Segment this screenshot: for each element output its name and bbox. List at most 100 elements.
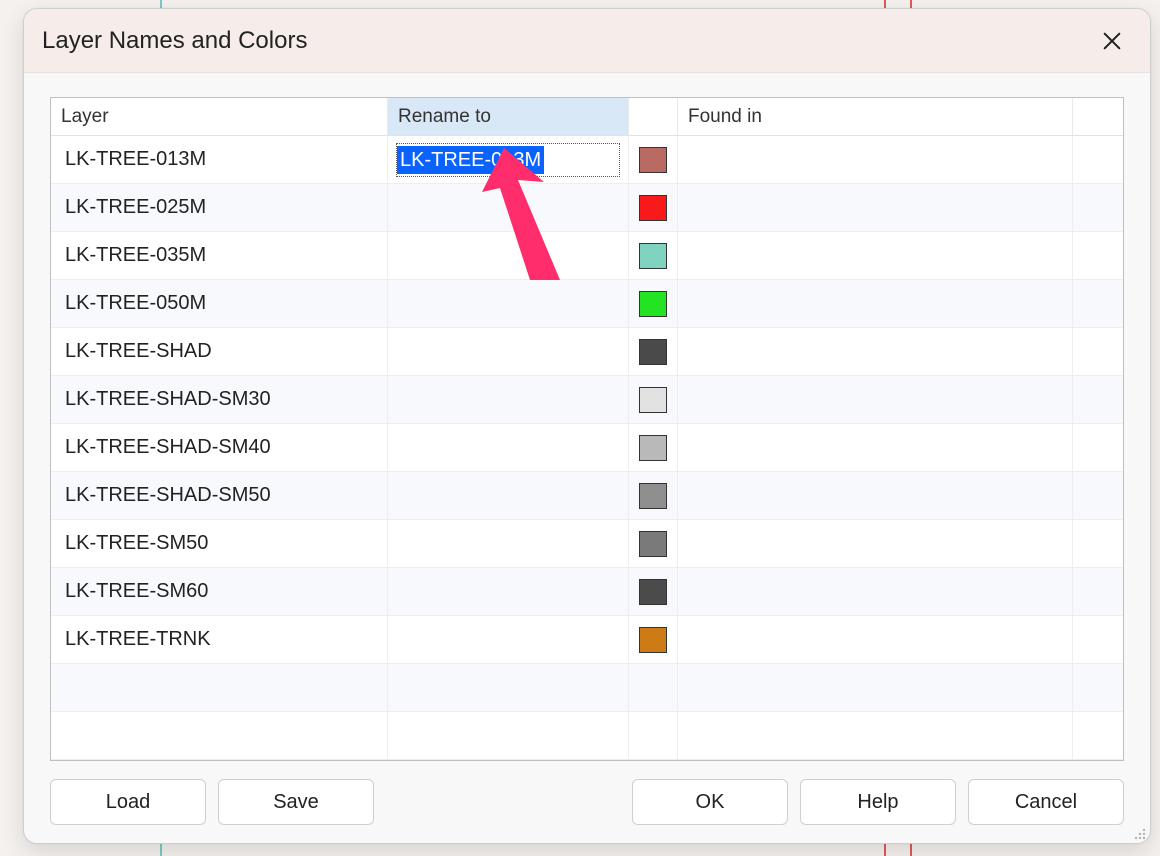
color-swatch[interactable] xyxy=(639,579,667,605)
cell-found-in[interactable] xyxy=(678,616,1073,663)
cell-layer[interactable]: LK-TREE-SHAD-SM50 xyxy=(51,472,388,519)
help-button[interactable]: Help xyxy=(800,779,956,825)
cell-rename[interactable]: LK-TREE-013M xyxy=(388,136,629,183)
color-swatch[interactable] xyxy=(639,339,667,365)
table-row-empty xyxy=(51,664,1123,712)
table-row[interactable]: LK-TREE-013M LK-TREE-013M xyxy=(51,136,1123,184)
color-swatch[interactable] xyxy=(639,291,667,317)
cell-color[interactable] xyxy=(629,472,678,519)
cell-color[interactable] xyxy=(629,568,678,615)
cell-color[interactable] xyxy=(629,136,678,183)
color-swatch[interactable] xyxy=(639,387,667,413)
table-row[interactable]: LK-TREE-TRNK xyxy=(51,616,1123,664)
layer-name: LK-TREE-SHAD-SM40 xyxy=(65,436,271,459)
cell-color[interactable] xyxy=(629,184,678,231)
color-swatch[interactable] xyxy=(639,627,667,653)
rename-input-selection: LK-TREE-013M xyxy=(397,146,544,174)
layers-table: Layer Rename to Found in LK-TREE-013MLK-… xyxy=(50,97,1124,761)
cell-layer[interactable]: LK-TREE-SHAD-SM30 xyxy=(51,376,388,423)
table-row[interactable]: LK-TREE-SHAD-SM40 xyxy=(51,424,1123,472)
cell-tail xyxy=(1073,568,1123,615)
column-header-rename[interactable]: Rename to xyxy=(388,98,629,135)
cell-found-in[interactable] xyxy=(678,568,1073,615)
cell-rename[interactable] xyxy=(388,280,629,327)
ok-button[interactable]: OK xyxy=(632,779,788,825)
cell-color[interactable] xyxy=(629,520,678,567)
table-row[interactable]: LK-TREE-SM60 xyxy=(51,568,1123,616)
cell-empty xyxy=(388,712,629,759)
cell-rename[interactable] xyxy=(388,232,629,279)
cell-layer[interactable]: LK-TREE-050M xyxy=(51,280,388,327)
cell-rename[interactable] xyxy=(388,376,629,423)
color-swatch[interactable] xyxy=(639,147,667,173)
cell-color[interactable] xyxy=(629,616,678,663)
cell-color[interactable] xyxy=(629,376,678,423)
cell-rename[interactable] xyxy=(388,424,629,471)
color-swatch[interactable] xyxy=(639,483,667,509)
layer-name: LK-TREE-025M xyxy=(65,196,206,219)
rename-input[interactable]: LK-TREE-013M xyxy=(396,143,620,177)
cell-empty xyxy=(678,712,1073,759)
cell-layer[interactable]: LK-TREE-SHAD xyxy=(51,328,388,375)
layer-name: LK-TREE-TRNK xyxy=(65,628,211,651)
cell-empty xyxy=(629,712,678,759)
table-row[interactable]: LK-TREE-SM50 xyxy=(51,520,1123,568)
cell-tail xyxy=(1073,280,1123,327)
cell-rename[interactable] xyxy=(388,520,629,567)
cell-tail xyxy=(1073,520,1123,567)
column-header-found[interactable]: Found in xyxy=(678,98,1073,135)
cell-tail xyxy=(1073,328,1123,375)
cell-found-in[interactable] xyxy=(678,376,1073,423)
cell-tail xyxy=(1073,136,1123,183)
cell-color[interactable] xyxy=(629,280,678,327)
dialog-footer: Load Save OK Help Cancel xyxy=(24,759,1150,843)
cell-empty xyxy=(678,664,1073,711)
save-button[interactable]: Save xyxy=(218,779,374,825)
load-button[interactable]: Load xyxy=(50,779,206,825)
cell-found-in[interactable] xyxy=(678,136,1073,183)
color-swatch[interactable] xyxy=(639,531,667,557)
cell-color[interactable] xyxy=(629,232,678,279)
cell-layer[interactable]: LK-TREE-SM60 xyxy=(51,568,388,615)
cell-layer[interactable]: LK-TREE-013M xyxy=(51,136,388,183)
cell-layer[interactable]: LK-TREE-035M xyxy=(51,232,388,279)
column-header-color[interactable] xyxy=(629,98,678,135)
color-swatch[interactable] xyxy=(639,435,667,461)
color-swatch[interactable] xyxy=(639,195,667,221)
table-row[interactable]: LK-TREE-050M xyxy=(51,280,1123,328)
color-swatch[interactable] xyxy=(639,243,667,269)
cell-color[interactable] xyxy=(629,328,678,375)
cell-layer[interactable]: LK-TREE-SM50 xyxy=(51,520,388,567)
cell-color[interactable] xyxy=(629,424,678,471)
cell-tail xyxy=(1073,376,1123,423)
cell-found-in[interactable] xyxy=(678,424,1073,471)
layer-name: LK-TREE-SM50 xyxy=(65,532,208,555)
cell-rename[interactable] xyxy=(388,568,629,615)
table-row[interactable]: LK-TREE-SHAD-SM50 xyxy=(51,472,1123,520)
cell-rename[interactable] xyxy=(388,472,629,519)
column-header-layer[interactable]: Layer xyxy=(51,98,388,135)
cell-rename[interactable] xyxy=(388,328,629,375)
cell-found-in[interactable] xyxy=(678,328,1073,375)
table-row[interactable]: LK-TREE-035M xyxy=(51,232,1123,280)
dialog-body: Layer Rename to Found in LK-TREE-013MLK-… xyxy=(24,73,1150,759)
cell-layer[interactable]: LK-TREE-025M xyxy=(51,184,388,231)
table-row[interactable]: LK-TREE-SHAD-SM30 xyxy=(51,376,1123,424)
close-icon xyxy=(1101,30,1123,52)
cell-layer[interactable]: LK-TREE-TRNK xyxy=(51,616,388,663)
cell-found-in[interactable] xyxy=(678,184,1073,231)
cell-rename[interactable] xyxy=(388,184,629,231)
layer-name: LK-TREE-013M xyxy=(65,148,206,171)
close-button[interactable] xyxy=(1092,21,1132,61)
resize-grip[interactable] xyxy=(1131,824,1147,840)
cell-rename[interactable] xyxy=(388,616,629,663)
cell-found-in[interactable] xyxy=(678,520,1073,567)
table-row[interactable]: LK-TREE-SHAD xyxy=(51,328,1123,376)
cancel-button[interactable]: Cancel xyxy=(968,779,1124,825)
cell-found-in[interactable] xyxy=(678,280,1073,327)
table-row[interactable]: LK-TREE-025M xyxy=(51,184,1123,232)
cell-layer[interactable]: LK-TREE-SHAD-SM40 xyxy=(51,424,388,471)
cell-found-in[interactable] xyxy=(678,472,1073,519)
table-body: LK-TREE-013M LK-TREE-013M LK-TREE-025M LK-T… xyxy=(51,136,1123,760)
cell-found-in[interactable] xyxy=(678,232,1073,279)
